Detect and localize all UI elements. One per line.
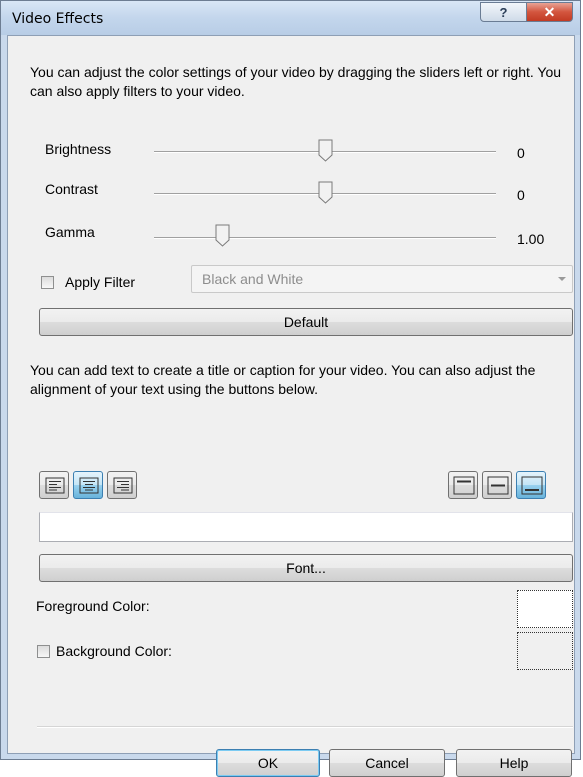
apply-filter-label[interactable]: Apply Filter: [65, 274, 135, 290]
gamma-slider-thumb[interactable]: [215, 224, 230, 247]
default-button[interactable]: Default: [39, 308, 573, 336]
title-help-button[interactable]: ?: [480, 2, 527, 22]
ok-button[interactable]: OK: [216, 749, 320, 777]
brightness-label: Brightness: [45, 141, 112, 157]
contrast-value: 0: [517, 187, 525, 203]
intro-text: You can adjust the color settings of you…: [30, 64, 562, 99]
background-color-checkbox[interactable]: [37, 645, 50, 658]
filter-selected-value: Black and White: [202, 271, 304, 287]
close-icon: ✕: [543, 3, 556, 20]
cancel-button[interactable]: Cancel: [329, 749, 445, 777]
gamma-value: 1.00: [517, 231, 545, 247]
align-right-button[interactable]: [107, 471, 137, 499]
text-intro: You can add text to create a title or ca…: [30, 362, 536, 397]
dialog-body: You can adjust the color settings of you…: [7, 35, 575, 777]
contrast-slider-thumb[interactable]: [318, 181, 333, 204]
align-top-icon: [453, 476, 475, 495]
caption-text-input[interactable]: [39, 512, 573, 542]
foreground-color-label: Foreground Color:: [36, 598, 150, 614]
gamma-track[interactable]: [154, 237, 496, 239]
apply-filter-checkbox[interactable]: [41, 276, 54, 289]
background-color-swatch[interactable]: [517, 632, 573, 670]
align-middle-button[interactable]: [482, 471, 512, 499]
foreground-color-swatch[interactable]: [517, 590, 573, 628]
font-button[interactable]: Font...: [39, 554, 573, 582]
align-left-button[interactable]: [39, 471, 69, 499]
footer-separator: [37, 726, 573, 728]
window-title: Video Effects: [12, 11, 104, 27]
align-right-icon: [113, 477, 133, 494]
align-bottom-icon: [521, 476, 543, 495]
title-bar[interactable]: Video Effects ? ✕: [1, 1, 580, 35]
brightness-value: 0: [517, 145, 525, 161]
align-bottom-button[interactable]: [516, 471, 546, 499]
video-effects-dialog: Video Effects ? ✕ You can adjust the col…: [0, 0, 581, 777]
align-center-icon: [79, 477, 99, 494]
align-top-button[interactable]: [448, 471, 478, 499]
chevron-down-icon: [558, 277, 566, 281]
help-button[interactable]: Help: [456, 749, 572, 777]
align-center-button[interactable]: [73, 471, 103, 499]
contrast-label: Contrast: [45, 181, 98, 197]
filter-dropdown[interactable]: Black and White: [191, 265, 573, 293]
align-middle-icon: [487, 476, 509, 495]
brightness-slider-thumb[interactable]: [318, 139, 333, 162]
question-mark-icon: ?: [499, 4, 508, 20]
background-color-label[interactable]: Background Color:: [56, 643, 172, 659]
close-button[interactable]: ✕: [526, 2, 573, 22]
align-left-icon: [45, 477, 65, 494]
gamma-label: Gamma: [45, 224, 95, 240]
